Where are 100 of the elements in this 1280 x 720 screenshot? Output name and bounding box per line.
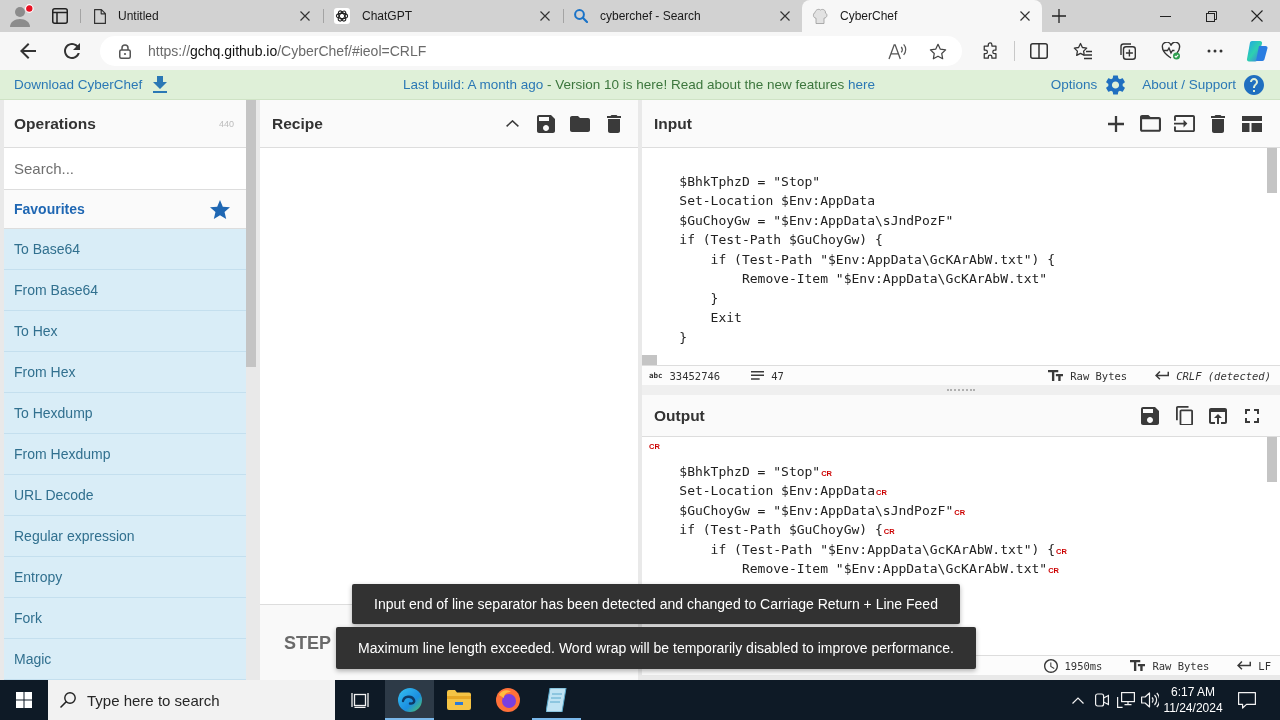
refresh-icon[interactable] [64,43,80,59]
address-field[interactable]: https://gchq.github.io/CyberChef/#ieol=CRLF [100,36,962,66]
task-view-icon[interactable] [351,692,369,708]
panel-title: Recipe [272,114,323,133]
operation-item[interactable]: Entropy [4,557,246,598]
eol-label[interactable]: CRLF (detected) [1176,369,1271,382]
format-label[interactable]: Raw Bytes [1152,659,1210,672]
favourites-category[interactable]: Favourites [4,190,246,229]
operation-item[interactable]: URL Decode [4,475,246,516]
notepad-icon [545,688,568,712]
back-arrow-icon[interactable] [20,43,36,59]
browser-tab[interactable]: cyberchef - Search [564,0,802,32]
operation-item[interactable]: To Hexdump [4,393,246,434]
close-icon[interactable] [540,11,550,21]
code-line: Set-Location $Env:AppData [678,482,875,500]
layout-icon[interactable] [1242,115,1262,132]
gradient-logo-icon[interactable] [1246,40,1268,62]
operation-item[interactable]: Regular expression [4,516,246,557]
search-icon [574,9,588,23]
search-icon [60,692,76,708]
wave-circle-icon [397,688,422,712]
puzzle-icon[interactable] [982,42,1000,60]
message-toast: Maximum line length exceeded. Word wrap will be temporarily disabled to improve performance. [336,627,976,669]
more-icon[interactable] [1207,49,1223,53]
save-icon[interactable] [1141,406,1159,425]
chef-hat-icon [812,8,828,24]
star-list-icon[interactable] [1073,42,1093,60]
scrollbar-thumb[interactable] [246,100,256,367]
return-arrow-icon [1155,371,1170,380]
code-line: $GuChoyGw = "$Env:AppData\sJndPozF" [678,211,954,230]
notification-icon[interactable] [1238,691,1256,709]
folder-icon[interactable] [570,115,590,132]
code-line: Remove-Item "$Env:AppData\GcKArAbW.txt" [740,560,1048,578]
close-icon[interactable] [1020,11,1030,21]
copy-icon[interactable] [1175,405,1193,426]
plus-icon[interactable] [1052,9,1066,23]
lock-icon[interactable] [119,43,131,59]
operation-item[interactable]: Fork [4,598,246,639]
browser-tab[interactable]: Untitled [84,0,322,32]
download-link[interactable]: Download CyberChef [14,76,168,93]
taskbar-clock[interactable]: 6:17 AM 11/24/2024 [1162,680,1224,720]
eol-label[interactable]: LF [1258,659,1271,672]
read-aloud-icon[interactable] [888,42,907,60]
close-icon[interactable] [300,11,310,21]
open-in-icon[interactable] [1209,407,1227,424]
code-line: if (Test-Path "$Env:AppData\GcKArAbW.txt") { [709,540,1055,559]
profile-avatar-icon[interactable] [10,4,34,28]
scrollbar-thumb[interactable] [642,355,657,365]
fullscreen-icon[interactable] [1245,408,1259,423]
panel-title: Output [654,406,705,425]
speaker-icon[interactable] [1141,692,1159,708]
heart-pulse-icon[interactable] [1161,42,1181,60]
camera-icon[interactable] [1095,692,1109,708]
restore-icon[interactable] [1205,10,1217,22]
operation-item[interactable]: From Hexdump [4,434,246,475]
operation-item[interactable]: From Base64 [4,270,246,311]
code-line: } [678,328,688,347]
scrollbar-thumb[interactable] [1267,148,1277,193]
operation-item[interactable]: From Hex [4,352,246,393]
operation-item[interactable]: To Hex [4,311,246,352]
document-icon [94,8,106,24]
about-support-link[interactable]: About / Support [1142,74,1264,95]
taskbar-search-field[interactable]: Type here to search [48,680,335,720]
notice-link[interactable]: here [848,77,876,92]
taskbar-app-button[interactable] [385,680,434,720]
close-icon[interactable] [780,11,790,21]
square-plus-icon[interactable] [1118,42,1136,60]
import-icon[interactable] [1173,114,1195,133]
open-folder-icon[interactable] [1139,115,1161,132]
operation-item[interactable]: Magic [4,639,246,680]
bake-time: 1950ms [1064,659,1103,672]
tab-panel-icon[interactable] [52,8,68,24]
trash-icon[interactable] [1211,114,1225,133]
network-icon[interactable] [1117,692,1135,708]
chevron-up-icon[interactable] [505,120,519,127]
options-button[interactable]: Options [1050,74,1126,95]
browser-tab[interactable]: CyberChef [802,0,1042,32]
length-count: 33452746 [669,369,721,382]
resize-handle[interactable] [947,389,975,391]
browser-tab[interactable]: ChatGPT [324,0,562,32]
split-screen-icon[interactable] [1030,43,1048,59]
code-line: $BhkTphzD = "Stop" [678,172,821,191]
notice-link[interactable]: Last build: A month ago [402,77,544,92]
text-size-icon [1048,369,1064,382]
add-icon[interactable] [1108,115,1124,132]
trash-icon[interactable] [607,114,621,133]
operation-item[interactable]: To Base64 [4,229,246,270]
save-icon[interactable] [537,114,555,133]
favorite-star-icon[interactable] [929,42,947,60]
star-icon [210,199,230,219]
minimize-icon[interactable] [1159,15,1171,17]
return-arrow-icon [1237,661,1252,670]
windows-logo-icon[interactable] [16,692,32,708]
code-line: } [709,289,719,308]
scrollbar-thumb[interactable] [1267,437,1277,482]
download-icon [153,76,168,93]
code-line: if (Test-Path $GuChoyGw) { [678,521,883,539]
format-label[interactable]: Raw Bytes [1070,369,1128,382]
code-line: if (Test-Path "$Env:AppData\GcKArAbW.txt") { [709,250,1055,269]
close-icon[interactable] [1251,10,1263,22]
